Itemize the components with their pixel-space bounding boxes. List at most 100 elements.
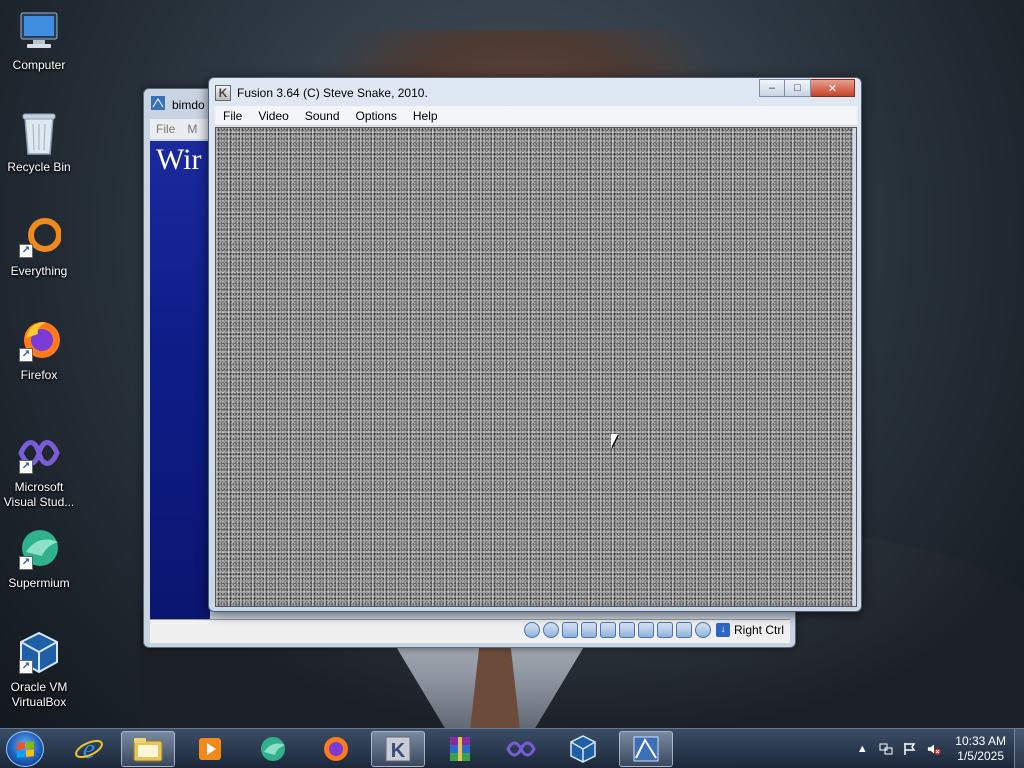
computer-icon: [15, 8, 63, 54]
guest-windows-text: Wir: [156, 143, 202, 176]
desktop-icon-label: Oracle VM VirtualBox: [10, 680, 68, 709]
maximize-icon: □: [794, 82, 801, 94]
caption-buttons: ‒ □ ✕: [759, 79, 855, 97]
taskbar-internet-explorer[interactable]: e: [62, 731, 116, 767]
taskbar-fusion[interactable]: K: [371, 731, 425, 767]
menu-help[interactable]: Help: [405, 106, 446, 126]
windows-logo-icon: [16, 740, 34, 758]
shared-folder-icon[interactable]: [618, 622, 635, 638]
host-key-label: Right Ctrl: [733, 623, 784, 637]
desktop-icon-supermium[interactable]: ↗ Supermium: [2, 526, 76, 591]
vm-window-titlebar[interactable]: bimdo: [150, 95, 205, 114]
display-edge: [853, 128, 856, 606]
taskbar-virtualbox-vm[interactable]: [619, 731, 673, 767]
svg-text:e: e: [83, 734, 95, 764]
shortcut-arrow-icon: ↗: [19, 348, 33, 362]
menu-sound[interactable]: Sound: [297, 106, 348, 126]
desktop-icon-label: Everything: [10, 264, 68, 278]
mouse-integration-icon[interactable]: [694, 622, 711, 638]
firefox-icon: ↗: [15, 318, 63, 364]
maximize-button[interactable]: □: [785, 79, 811, 97]
fusion-titlebar[interactable]: K Fusion 3.64 (C) Steve Snake, 2010.: [215, 82, 428, 104]
desktop-icon-computer[interactable]: Computer: [2, 8, 76, 73]
firefox-icon: [324, 737, 348, 761]
system-tray: ▲ 10:33 AM 1/5/2025: [855, 729, 1016, 768]
desktop-icon-label: Recycle Bin: [7, 160, 71, 174]
optical-drive-icon[interactable]: [523, 622, 540, 638]
desktop-icon-label: Supermium: [8, 576, 70, 590]
mouse-cursor-icon: [611, 434, 618, 448]
host-key-indicator: ↓ Right Ctrl: [715, 623, 784, 637]
desktop-icon-label: Computer: [12, 58, 66, 72]
media-player-icon: [199, 738, 221, 760]
fusion-window[interactable]: K Fusion 3.64 (C) Steve Snake, 2010. ‒ □…: [208, 77, 862, 612]
close-button[interactable]: ✕: [811, 79, 855, 97]
menu-options[interactable]: Options: [348, 106, 405, 126]
shortcut-arrow-icon: ↗: [19, 660, 33, 674]
desktop-icon-label: Microsoft Visual Stud...: [3, 480, 75, 509]
start-button[interactable]: [6, 731, 44, 767]
vm-menu-file[interactable]: File: [156, 122, 175, 136]
display-icon[interactable]: [637, 622, 654, 638]
show-hidden-icons-icon[interactable]: ▲: [855, 742, 869, 756]
taskbar-supermium[interactable]: [246, 731, 300, 767]
taskbar-virtualbox[interactable]: [556, 731, 610, 767]
hard-disk-icon[interactable]: [542, 622, 559, 638]
vm-guest-screen[interactable]: Wir: [150, 141, 210, 619]
shortcut-arrow-icon: ↗: [19, 244, 33, 258]
menu-file[interactable]: File: [215, 106, 250, 126]
desktop-icon-recycle-bin[interactable]: Recycle Bin: [2, 110, 76, 175]
virtualbox-icon: ↗: [15, 630, 63, 676]
desktop-icon-firefox[interactable]: ↗ Firefox: [2, 318, 76, 383]
fusion-menubar: File Video Sound Options Help: [215, 106, 857, 126]
video-capture-icon[interactable]: [656, 622, 673, 638]
desktop-icon-visual-studio[interactable]: ↗ Microsoft Visual Stud...: [2, 430, 76, 510]
desktop-icon-label: Firefox: [20, 368, 58, 382]
fusion-icon: K: [385, 736, 411, 762]
action-center-flag-icon[interactable]: [903, 742, 917, 756]
supermium-icon: ↗: [15, 526, 63, 572]
virtualbox-title-icon: [150, 95, 166, 114]
fusion-window-title: Fusion 3.64 (C) Steve Snake, 2010.: [237, 86, 428, 100]
taskbar-firefox[interactable]: [309, 731, 363, 767]
taskbar-visual-studio[interactable]: [494, 731, 548, 767]
taskbar-media-player[interactable]: [183, 731, 237, 767]
vm-status-bar: ↓ Right Ctrl: [150, 619, 790, 643]
desktop-icon-virtualbox[interactable]: ↗ Oracle VM VirtualBox: [2, 630, 76, 710]
usb-icon[interactable]: [599, 622, 616, 638]
virtualbox-vm-icon: [633, 736, 659, 762]
minimize-button[interactable]: ‒: [759, 79, 785, 97]
fusion-app-icon: K: [215, 85, 231, 101]
menu-video[interactable]: Video: [250, 106, 296, 126]
host-key-arrow-icon: ↓: [715, 623, 730, 637]
taskbar-clock[interactable]: 10:33 AM 1/5/2025: [955, 734, 1006, 764]
shortcut-arrow-icon: ↗: [19, 556, 33, 570]
taskbar-file-explorer[interactable]: [121, 731, 175, 767]
emulator-display[interactable]: [215, 127, 857, 607]
cpu-icon[interactable]: [675, 622, 692, 638]
clock-time: 10:33 AM: [955, 734, 1006, 748]
shortcut-arrow-icon: ↗: [19, 460, 33, 474]
network-icon[interactable]: [879, 742, 893, 756]
network-icon[interactable]: [580, 622, 597, 638]
audio-icon[interactable]: [561, 622, 578, 638]
clock-date: 1/5/2025: [957, 749, 1004, 763]
desktop-icon-everything[interactable]: ↗ Everything: [2, 214, 76, 279]
everything-icon: ↗: [15, 214, 63, 260]
vm-window-title: bimdo: [172, 97, 205, 112]
visual-studio-icon: [506, 741, 536, 757]
supermium-icon: [261, 737, 285, 761]
show-desktop-button[interactable]: [1014, 729, 1024, 768]
visual-studio-icon: ↗: [15, 430, 63, 476]
volume-muted-icon[interactable]: [927, 742, 941, 756]
minimize-icon: ‒: [768, 82, 776, 94]
taskbar-winrar[interactable]: [433, 731, 487, 767]
svg-text:K: K: [391, 740, 406, 762]
close-icon: ✕: [827, 82, 838, 95]
taskbar: e K ▲ 10:33 AM 1/5/2025: [0, 728, 1024, 768]
virtualbox-icon: [570, 735, 596, 763]
recycle-bin-icon: [15, 110, 63, 156]
winrar-icon: [450, 737, 470, 761]
file-explorer-icon: [133, 738, 163, 762]
vm-menu-machine[interactable]: M: [187, 122, 197, 136]
